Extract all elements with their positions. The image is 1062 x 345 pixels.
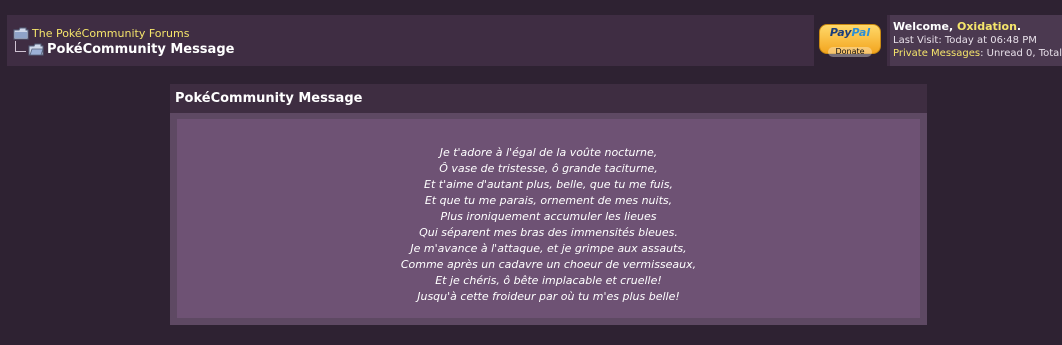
- welcome-greeting: Welcome, Oxidation.: [893, 20, 1021, 33]
- welcome-panel: Welcome, Oxidation. Last Visit: Today at…: [890, 15, 1062, 66]
- poem-line: Qui séparent mes bras des immensités ble…: [419, 226, 678, 239]
- poem-line: Ô vase de tristesse, ô grande taciturne,: [439, 162, 658, 175]
- poem-line: Je m'avance à l'attaque, et je grimpe au…: [410, 242, 687, 255]
- private-messages-link[interactable]: Private Messages: [893, 48, 980, 59]
- breadcrumb-current-row: PokéCommunity Message: [15, 40, 234, 58]
- paypal-logo: PayPal: [820, 27, 880, 39]
- message-title: PokéCommunity Message: [175, 91, 363, 106]
- poem-line: Et que tu me parais, ornement de mes nui…: [424, 194, 673, 207]
- welcome-text: Welcome,: [893, 20, 957, 33]
- paypal-logo-pal: Pal: [851, 26, 871, 39]
- page-title: PokéCommunity Message: [47, 41, 235, 57]
- message-body: Je t'adore à l'égal de la voûte nocturne…: [177, 119, 920, 318]
- folder-open-icon: [28, 43, 44, 56]
- paypal-donate-button[interactable]: PayPal Donate: [819, 24, 881, 57]
- last-visit-value: Today at 06:48 PM: [944, 35, 1037, 46]
- paypal-logo-pay: Pay: [829, 26, 852, 39]
- tree-connector: [15, 40, 26, 52]
- donate-cell: PayPal Donate: [814, 15, 887, 66]
- poem-line: Et t'aime d'autant plus, belle, que tu m…: [424, 178, 673, 191]
- welcome-period: .: [1016, 20, 1022, 33]
- folder-icon: [13, 27, 29, 40]
- message-body-frame: Je t'adore à l'égal de la voûte nocturne…: [170, 113, 927, 325]
- last-visit: Last Visit: Today at 06:48 PM: [893, 35, 1037, 46]
- donate-label: Donate: [828, 47, 872, 57]
- poem-line: Plus ironiquement accumuler les lieues: [440, 210, 657, 223]
- message-panel: PokéCommunity Message Je t'adore à l'éga…: [170, 84, 927, 325]
- username-link[interactable]: Oxidation: [957, 20, 1017, 33]
- poem-line: Comme après un cadavre un choeur de verm…: [400, 258, 697, 271]
- last-visit-label: Last Visit:: [893, 35, 945, 46]
- poem-text: Je t'adore à l'égal de la voûte nocturne…: [177, 145, 920, 305]
- breadcrumb-parent-row: The PokéCommunity Forums: [13, 25, 189, 41]
- navbar: The PokéCommunity Forums PokéCommunity M…: [7, 15, 1062, 66]
- private-messages: Private Messages: Unread 0, Total: [893, 48, 1062, 59]
- poem-line: Je t'adore à l'égal de la voûte nocturne…: [439, 146, 658, 159]
- private-messages-count: : Unread 0, Total: [980, 48, 1062, 59]
- poem-line: Jusqu'à cette froideur par où tu m'es pl…: [417, 290, 680, 303]
- breadcrumb-forums-link[interactable]: The PokéCommunity Forums: [32, 27, 189, 40]
- poem-line: Et je chéris, ô bête implacable et cruel…: [435, 274, 662, 287]
